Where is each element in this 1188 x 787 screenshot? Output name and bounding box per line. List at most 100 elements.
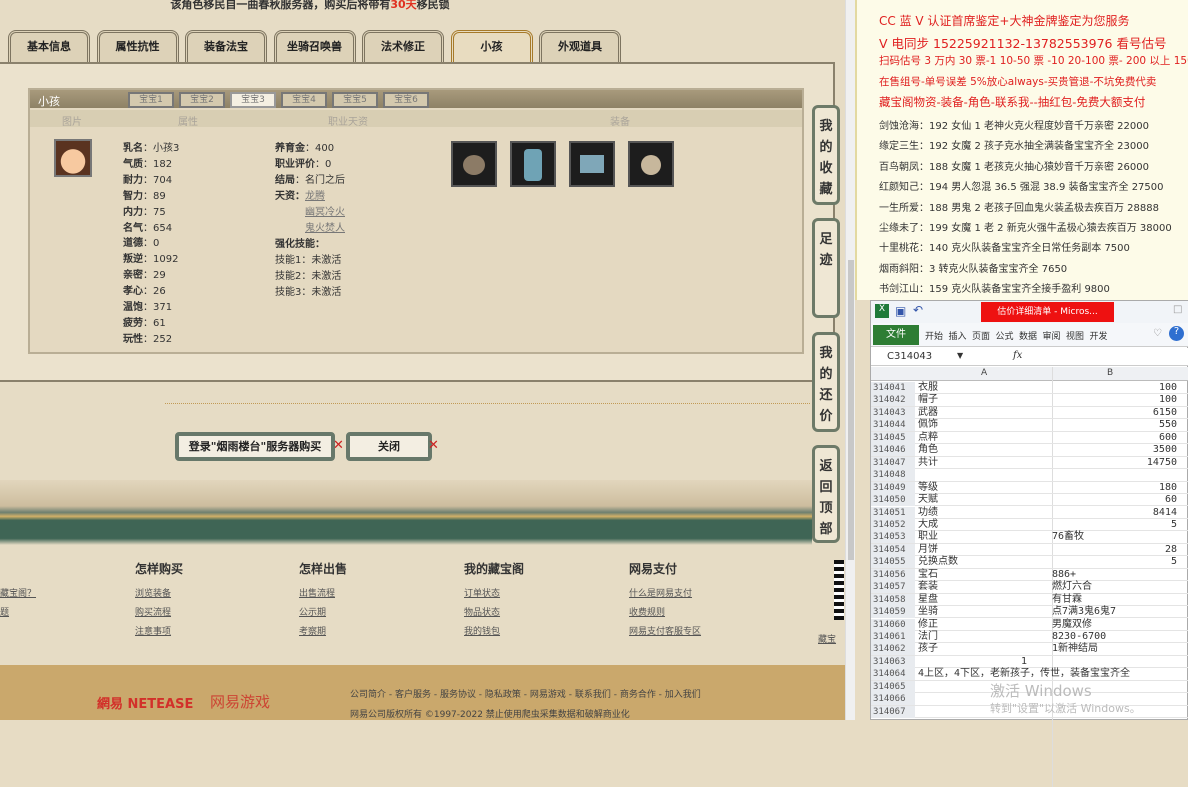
footer-link[interactable]: 什么是网易支付 [629, 586, 692, 599]
baby-tab-5[interactable]: 宝宝5 [332, 92, 378, 108]
cell-b[interactable]: 600 [1052, 432, 1177, 444]
cell-a[interactable]: 共计 [918, 457, 938, 469]
equipment-slot-4[interactable] [628, 141, 674, 187]
name-box[interactable]: C314043 [887, 351, 932, 362]
row-number[interactable]: 314044 [871, 419, 915, 432]
cell-b[interactable]: 76畜牧 [1052, 531, 1177, 543]
footer-link[interactable]: 公示期 [299, 605, 326, 618]
cell-a[interactable]: 星盘 [918, 594, 938, 606]
cell-a[interactable]: 天赋 [918, 494, 938, 506]
tab-1[interactable]: 属性抗性 [96, 30, 179, 64]
equipment-slot-2[interactable] [510, 141, 556, 187]
side-button-3[interactable]: 返回顶部 [812, 445, 840, 543]
cell-a[interactable]: 功绩 [918, 507, 938, 519]
row-number[interactable]: 314056 [871, 568, 915, 581]
row-number[interactable]: 314062 [871, 643, 915, 656]
tab-2[interactable]: 装备法宝 [185, 30, 267, 64]
cell-b[interactable]: 60 [1052, 494, 1177, 506]
ribbon-tab[interactable]: 页面 [972, 329, 990, 342]
help-icon[interactable]: ? [1169, 326, 1184, 341]
row-number[interactable]: 314057 [871, 581, 915, 594]
row-number[interactable]: 314065 [871, 680, 915, 693]
baby-tab-2[interactable]: 宝宝2 [179, 92, 225, 108]
footer-link[interactable]: 订单状态 [464, 586, 500, 599]
footer-link[interactable]: 我的钱包 [464, 624, 500, 637]
cell-a[interactable]: 武器 [918, 407, 938, 419]
row-number[interactable]: 314053 [871, 531, 915, 544]
tab-4[interactable]: 法术修正 [362, 30, 444, 64]
cell-b[interactable]: 8414 [1052, 507, 1177, 519]
tab-6[interactable]: 外观道具 [539, 30, 621, 64]
baby-tab-4[interactable]: 宝宝4 [281, 92, 327, 108]
page-scrollbar[interactable] [845, 0, 855, 720]
cell-b[interactable]: 1新神结局 [1052, 643, 1177, 655]
cell-a[interactable]: 点粹 [918, 432, 938, 444]
cell-b[interactable]: 1 [1021, 656, 1146, 668]
row-number[interactable]: 314067 [871, 705, 915, 718]
footer-link[interactable]: 浏览装备 [135, 586, 171, 599]
ribbon-tab[interactable]: 数据 [1019, 329, 1037, 342]
login-buy-button[interactable]: 登录"烟雨楼台"服务器购买 [175, 432, 335, 461]
cell-b[interactable]: 550 [1052, 419, 1177, 431]
column-a-header[interactable]: A [981, 368, 987, 378]
cell-b[interactable]: 100 [1052, 382, 1177, 394]
baby-tab-6[interactable]: 宝宝6 [383, 92, 429, 108]
row-number[interactable]: 314059 [871, 606, 915, 619]
baby-tab-1[interactable]: 宝宝1 [128, 92, 174, 108]
cell-b[interactable]: 14750 [1052, 457, 1177, 469]
footer-link[interactable]: 网易支付客服专区 [629, 624, 701, 637]
row-number[interactable]: 314046 [871, 444, 915, 457]
talent-link[interactable]: 幽冥冷火 [305, 203, 345, 218]
row-number[interactable]: 314061 [871, 631, 915, 643]
side-button-2[interactable]: 我的还价 [812, 332, 840, 432]
row-number[interactable]: 314048 [871, 469, 915, 482]
cell-b[interactable]: 8230-6700 [1052, 631, 1177, 643]
row-number[interactable]: 314064 [871, 668, 915, 681]
row-number[interactable]: 314058 [871, 593, 915, 606]
cell-b[interactable]: 3500 [1052, 444, 1177, 456]
cell-b[interactable]: 燃灯六合 [1052, 581, 1177, 593]
save-icon[interactable]: ▣ [895, 304, 906, 318]
row-number[interactable]: 314060 [871, 618, 915, 631]
row-number[interactable]: 314050 [871, 494, 915, 507]
side-button-1[interactable]: 足迹 [812, 218, 840, 318]
cell-a[interactable]: 4上区，4下区，老新孩子，传世，装备宝宝齐全 [918, 668, 1130, 680]
dropdown-icon[interactable]: ▼ [957, 351, 963, 360]
file-tab[interactable]: 文件 [873, 325, 919, 345]
footer-right-link[interactable]: 藏宝 [818, 632, 836, 645]
footer-link[interactable]: 考察期 [299, 624, 326, 637]
tab-5[interactable]: 小孩 [450, 30, 533, 64]
row-number[interactable]: 314042 [871, 394, 915, 407]
side-button-0[interactable]: 我的收藏 [812, 105, 840, 205]
footer-link[interactable]: 出售流程 [299, 586, 335, 599]
heart-icon[interactable]: ♡ [1153, 328, 1162, 339]
footer-link[interactable]: 收费规则 [629, 605, 665, 618]
cell-b[interactable]: 5 [1052, 519, 1177, 531]
row-number[interactable]: 314054 [871, 543, 915, 556]
cell-a[interactable]: 等级 [918, 482, 938, 494]
cell-b[interactable]: 180 [1052, 482, 1177, 494]
talent-link[interactable]: 龙腾 [305, 187, 325, 202]
cell-b[interactable]: 男魔双修 [1052, 619, 1177, 631]
row-number[interactable]: 314045 [871, 431, 915, 444]
cell-b[interactable]: 28 [1052, 544, 1177, 556]
cell-a[interactable]: 法门 [918, 631, 938, 643]
footer-link[interactable]: 藏宝阁？ [0, 586, 36, 599]
footer-link[interactable]: 注意事项 [135, 624, 171, 637]
row-number[interactable]: 314055 [871, 556, 915, 569]
row-number[interactable]: 314063 [871, 655, 915, 668]
close-button[interactable]: 关闭 [346, 432, 432, 461]
cell-a[interactable]: 帽子 [918, 394, 938, 406]
cell-a[interactable]: 修正 [918, 619, 938, 631]
cell-a[interactable]: 大成 [918, 519, 938, 531]
undo-icon[interactable]: ↶ [913, 303, 923, 317]
baby-tab-3[interactable]: 宝宝3 [230, 92, 276, 108]
cell-b[interactable]: 100 [1052, 394, 1177, 406]
cell-a[interactable]: 坐骑 [918, 606, 938, 618]
cell-b[interactable]: 6150 [1052, 407, 1177, 419]
ribbon-tab[interactable]: 审阅 [1043, 329, 1061, 342]
company-links[interactable]: 公司简介 - 客户服务 - 服务协议 - 隐私政策 - 网易游戏 - 联系我们 … [350, 687, 701, 700]
ribbon-tab[interactable]: 开始 [925, 329, 943, 342]
footer-link[interactable]: 购买流程 [135, 605, 171, 618]
cell-b[interactable]: 886+ [1052, 569, 1177, 581]
